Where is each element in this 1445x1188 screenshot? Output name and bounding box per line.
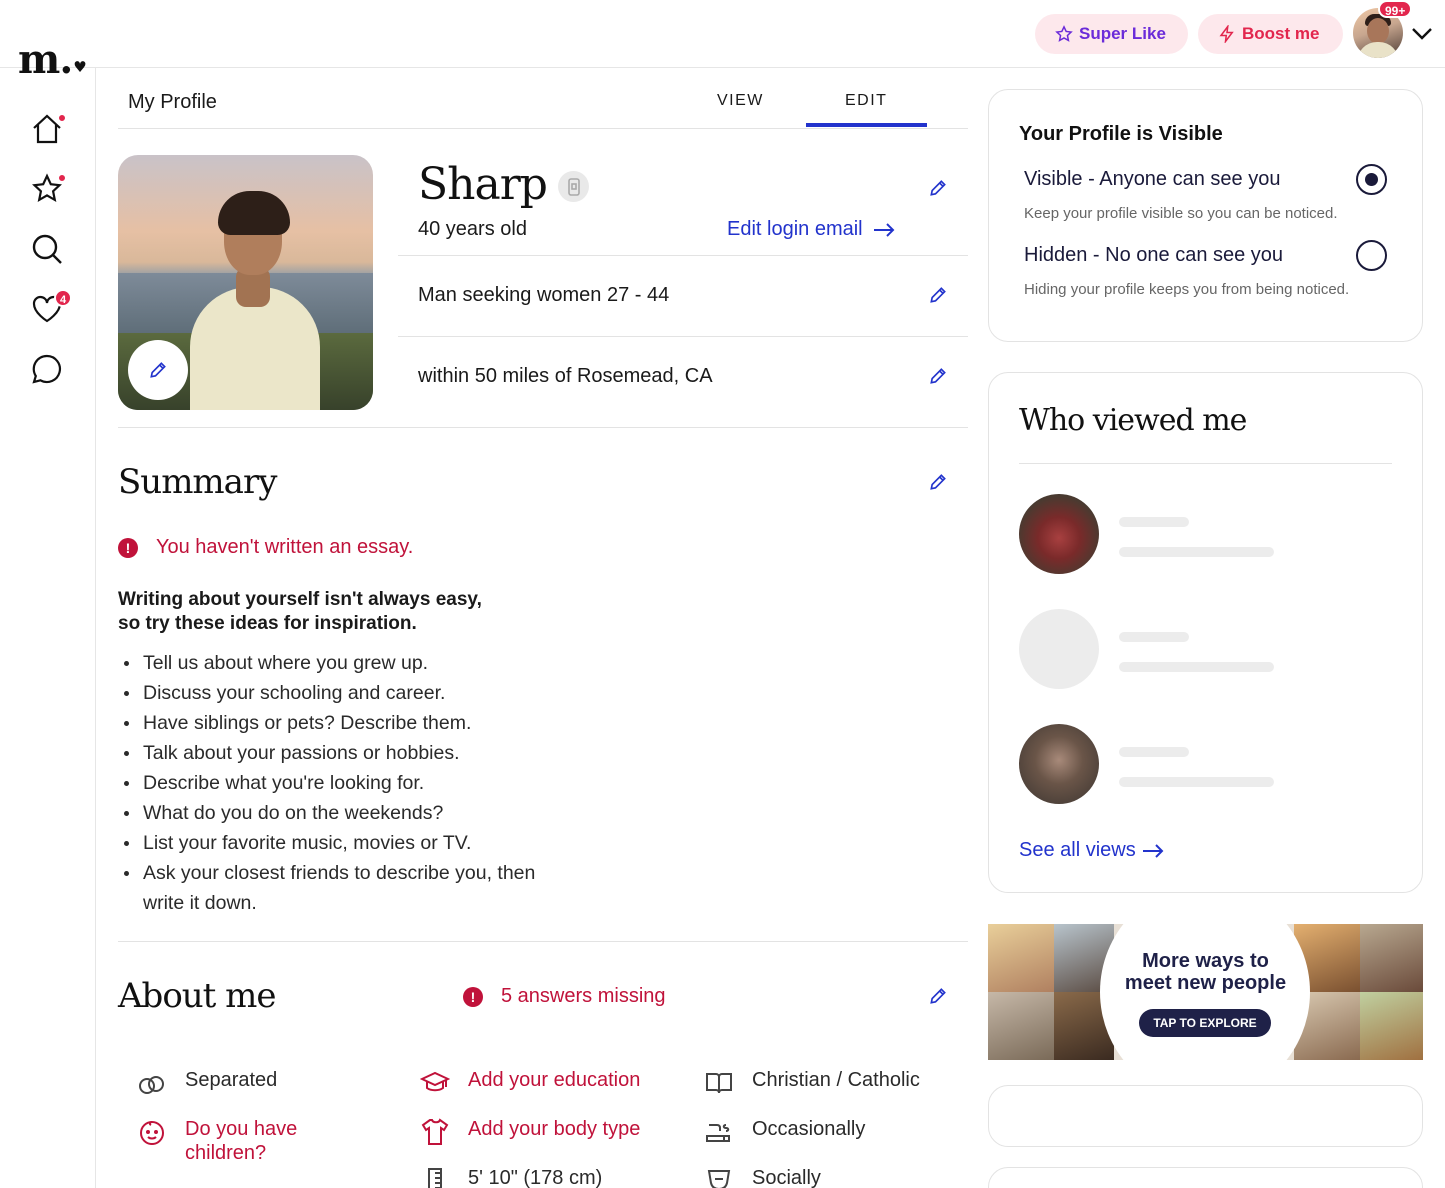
empty-card [988,1085,1423,1147]
about-item-religion[interactable]: Christian / Catholic [704,1068,920,1098]
alert-icon: ! [118,537,138,558]
chevron-down-icon[interactable] [1410,24,1434,44]
divider [118,128,968,129]
divider [398,255,968,256]
visibility-title: Your Profile is Visible [1019,123,1223,145]
about-heading: About me [118,976,277,1016]
answers-missing-warning[interactable]: ! 5 answers missing [463,985,666,1008]
list-item: List your favorite music, movies or TV. [120,828,540,858]
visible-option-desc: Keep your profile visible so you can be … [1024,205,1338,222]
smoking-icon [706,1124,730,1142]
viewer-avatar[interactable] [1019,494,1099,574]
skeleton-line [1119,662,1274,672]
visible-radio[interactable] [1356,164,1387,195]
skeleton-line [1119,547,1274,557]
list-item: What do you do on the weekends? [120,798,540,828]
tab-edit[interactable]: EDIT [845,92,887,110]
list-item: Have siblings or pets? Describe them. [120,708,540,738]
ruler-icon [428,1168,442,1188]
page-title: My Profile [128,91,217,113]
edit-location-pencil-icon[interactable] [928,366,948,386]
phone-icon [567,177,580,196]
skeleton-line [1119,777,1274,787]
seeking-preference: Man seeking women 27 - 44 [418,284,670,306]
tap-to-explore-button[interactable]: TAP TO EXPLORE [1139,1009,1271,1037]
hidden-radio[interactable] [1356,240,1387,271]
arrow-right-icon [1142,843,1164,858]
edit-name-pencil-icon[interactable] [928,178,948,198]
location-preference: within 50 miles of Rosemead, CA [418,365,713,387]
about-item-drinking[interactable]: Socially [704,1166,821,1188]
list-item: Describe what you're looking for. [120,768,540,798]
arrow-right-icon [873,222,895,237]
skeleton-line [1119,632,1189,642]
chat-icon [32,354,62,384]
shirt-icon [421,1118,449,1145]
viewer-avatar[interactable] [1019,609,1099,689]
baby-face-icon [140,1121,164,1145]
summary-heading: Summary [118,462,277,502]
tab-view[interactable]: VIEW [717,92,764,110]
notification-badge: 99+ [1378,0,1413,18]
see-all-views-link[interactable]: See all views [1019,839,1164,862]
viewer-avatar[interactable] [1019,724,1099,804]
hidden-option-label[interactable]: Hidden - No one can see you [1024,244,1283,267]
nav-search[interactable] [30,232,64,266]
alert-icon: ! [463,986,483,1007]
nav-messages[interactable] [30,352,64,386]
hidden-option-desc: Hiding your profile keeps you from being… [1024,281,1350,298]
list-item: Ask your closest friends to describe you… [120,858,540,918]
skeleton-line [1119,747,1189,757]
home-notification-dot [57,113,67,123]
divider [118,427,968,428]
about-item-body-type[interactable]: Add your body type [420,1117,640,1147]
skeleton-line [1119,517,1189,527]
star-outline-icon [1055,25,1073,42]
active-tab-indicator [806,123,927,127]
about-item-height[interactable]: 5' 10" (178 cm) [420,1166,602,1188]
edit-seeking-pencil-icon[interactable] [928,285,948,305]
divider [1019,463,1392,464]
who-viewed-title: Who viewed me [1019,403,1247,438]
search-icon [32,234,62,264]
drink-icon [707,1170,731,1188]
inspiration-text: Writing about yourself isn't always easy… [118,589,482,634]
divider [118,941,968,942]
about-item-children[interactable]: Do you have children? [137,1117,325,1165]
matches-count-badge: 4 [54,289,72,307]
about-item-relationship[interactable]: Separated [137,1068,277,1098]
super-like-button[interactable]: Super Like [1035,14,1188,54]
edit-login-email-link[interactable]: Edit login email [727,218,895,241]
divider [398,336,968,337]
list-item: Discuss your schooling and career. [120,678,540,708]
book-icon [706,1073,732,1094]
edit-photo-button[interactable] [128,340,188,400]
graduation-cap-icon [420,1071,450,1092]
list-item: Tell us about where you grew up. [120,648,540,678]
lightning-icon [1219,25,1234,43]
verify-phone-badge[interactable] [558,171,589,202]
essay-warning: ! You haven't written an essay. [118,536,413,559]
rings-icon [139,1076,164,1094]
edit-about-pencil-icon[interactable] [928,986,948,1006]
empty-card [988,1167,1423,1188]
edit-summary-pencil-icon[interactable] [928,472,948,492]
visible-option-label[interactable]: Visible - Anyone can see you [1024,168,1280,191]
inspiration-tips-list: Tell us about where you grew up. Discuss… [120,648,540,918]
list-item: Talk about your passions or hobbies. [120,738,540,768]
about-item-education[interactable]: Add your education [420,1068,640,1098]
profile-name: Sharp [418,159,548,210]
likes-notification-dot [57,173,67,183]
boost-button[interactable]: Boost me [1198,14,1343,54]
about-item-smoking[interactable]: Occasionally [704,1117,865,1147]
pencil-icon [150,362,166,378]
promo-text: More ways to meet new people [1124,950,1287,994]
profile-age: 40 years old [418,218,527,240]
